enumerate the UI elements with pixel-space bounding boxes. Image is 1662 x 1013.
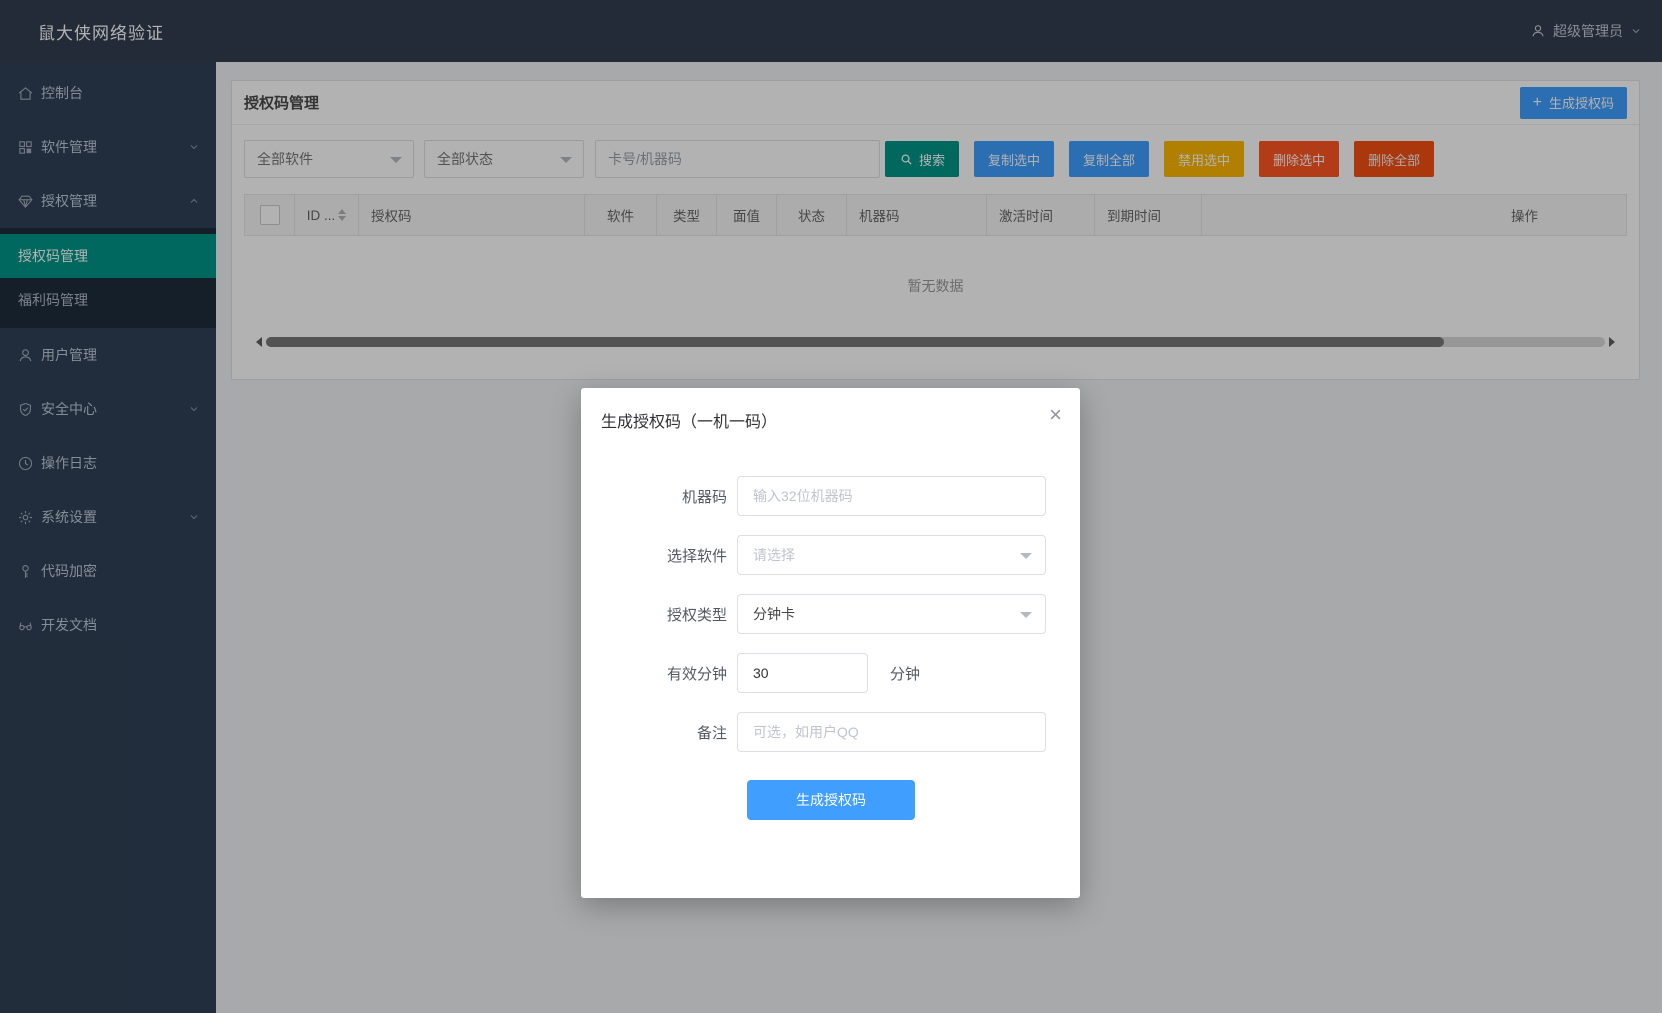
machine-code-field[interactable] <box>737 476 1046 516</box>
valid-minutes-label: 有效分钟 <box>581 663 737 684</box>
modal-generate-button[interactable]: 生成授权码 <box>747 780 915 820</box>
modal-title: 生成授权码（一机一码） <box>601 408 1060 432</box>
remark-label: 备注 <box>581 722 737 743</box>
software-select[interactable]: 请选择 <box>737 535 1046 575</box>
software-label: 选择软件 <box>581 545 737 566</box>
close-icon[interactable]: × <box>1049 404 1062 426</box>
auth-type-select[interactable]: 分钟卡 <box>737 594 1046 634</box>
valid-minutes-field[interactable] <box>737 653 868 693</box>
caret-down-icon <box>1020 553 1032 559</box>
auth-type-label: 授权类型 <box>581 604 737 625</box>
machine-code-label: 机器码 <box>581 486 737 507</box>
remark-field[interactable] <box>737 712 1046 752</box>
minutes-suffix: 分钟 <box>890 663 920 684</box>
generate-code-modal: 生成授权码（一机一码） × 机器码 选择软件 请选择 授权类型 分钟卡 有效分钟… <box>581 388 1080 898</box>
caret-down-icon <box>1020 612 1032 618</box>
